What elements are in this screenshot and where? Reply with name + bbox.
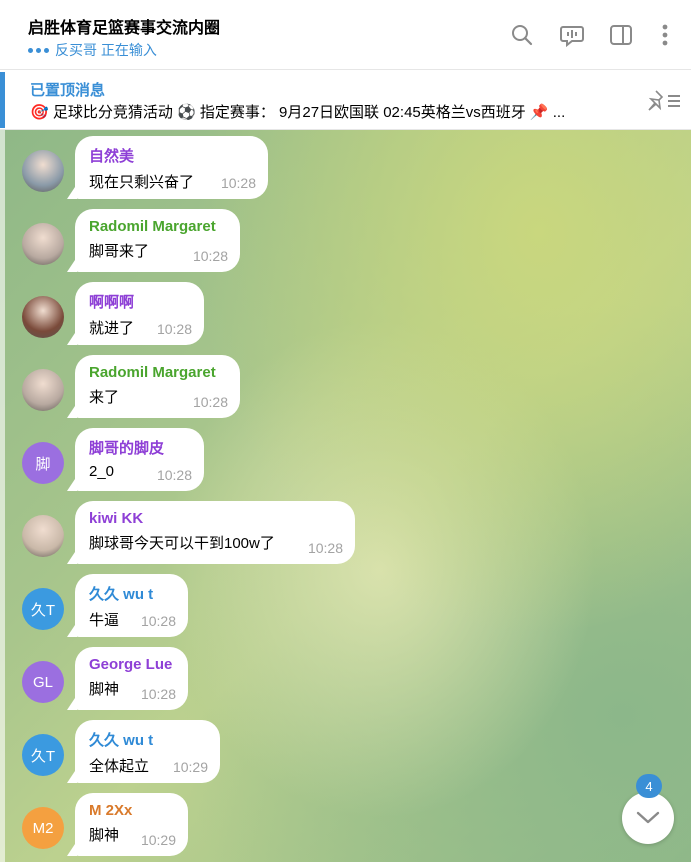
message-bubble[interactable]: 自然美 现在只剩兴奋了 10:28 (75, 136, 268, 199)
avatar[interactable]: 久T (22, 734, 64, 776)
sender-name[interactable]: 久久 wu t (89, 729, 206, 750)
message-bubble[interactable]: Radomil Margaret 脚哥来了 10:28 (75, 209, 240, 272)
message-time: 10:28 (140, 613, 176, 629)
search-icon[interactable] (509, 22, 535, 48)
voice-chat-icon[interactable] (559, 22, 585, 48)
message-time: 10:28 (192, 248, 228, 264)
message-row[interactable]: 啊啊啊 就进了 10:28 (0, 276, 691, 345)
sender-name[interactable]: Radomil Margaret (89, 218, 226, 235)
message-row[interactable]: kiwi KK 脚球哥今天可以干到100w了 10:28 (0, 495, 691, 564)
sender-name[interactable]: kiwi KK (89, 510, 341, 527)
sender-name[interactable]: 脚哥的脚皮 (89, 437, 190, 458)
sender-name[interactable]: 啊啊啊 (89, 291, 190, 312)
pinned-title: 已置顶消息 (30, 82, 106, 99)
message-row[interactable]: 久T 久久 wu t 牛逼 10:28 (0, 568, 691, 637)
avatar[interactable] (22, 369, 64, 411)
sender-name[interactable]: Radomil Margaret (89, 364, 226, 381)
message-time: 10:28 (192, 394, 228, 410)
message-row[interactable]: Radomil Margaret 脚哥来了 10:28 (0, 203, 691, 272)
message-bubble[interactable]: 脚哥的脚皮 2_0 10:28 (75, 428, 204, 491)
unread-badge: 4 (636, 774, 662, 798)
more-vertical-icon[interactable] (652, 22, 678, 48)
message-time: 10:29 (140, 832, 176, 848)
avatar[interactable] (22, 515, 64, 557)
message-time: 10:28 (140, 686, 176, 702)
message-row[interactable]: 脚脚哥的脚皮 2_0 10:28 (0, 422, 691, 491)
pinned-text: 🎯 足球比分竞猜活动 ⚽ 指定赛事： 9月27日欧国联 02:45英格兰vs西班… (30, 104, 566, 121)
typing-status-text: 反买哥 正在输入 (55, 42, 157, 58)
avatar[interactable] (22, 223, 64, 265)
chat-title[interactable]: 启胜体育足篮赛事交流内圈 (28, 14, 220, 38)
message-time: 10:28 (307, 540, 343, 556)
message-row[interactable]: 久T 久久 wu t 全体起立 10:29 (0, 714, 691, 783)
message-text: 脚球哥今天可以干到100w了 (89, 535, 275, 552)
pinned-indicator (0, 72, 5, 128)
sender-name[interactable]: 自然美 (89, 145, 254, 166)
message-bubble[interactable]: George Lue 脚神 10:28 (75, 647, 188, 710)
avatar[interactable]: 久T (22, 588, 64, 630)
message-bubble[interactable]: 啊啊啊 就进了 10:28 (75, 282, 204, 345)
avatar[interactable] (22, 150, 64, 192)
sender-name[interactable]: George Lue (89, 656, 174, 673)
message-row[interactable]: Radomil Margaret 来了 10:28 (0, 349, 691, 418)
sender-name[interactable]: M 2Xx (89, 802, 174, 819)
sender-name[interactable]: 久久 wu t (89, 583, 174, 604)
message-time: 10:28 (156, 467, 192, 483)
unpin-icon[interactable] (646, 87, 682, 113)
message-time: 10:29 (172, 759, 208, 775)
sidebar-icon[interactable] (608, 22, 634, 48)
pinned-message-bar[interactable]: 已置顶消息 🎯 足球比分竞猜活动 ⚽ 指定赛事： 9月27日欧国联 02:45英… (0, 70, 691, 130)
message-time: 10:28 (220, 175, 256, 191)
typing-dots-icon (28, 47, 49, 53)
message-bubble[interactable]: 久久 wu t 牛逼 10:28 (75, 574, 188, 637)
message-row[interactable]: GL George Lue 脚神 10:28 (0, 641, 691, 710)
message-row[interactable]: 自然美 现在只剩兴奋了 10:28 (0, 130, 691, 199)
avatar[interactable]: M2 (22, 807, 64, 849)
message-bubble[interactable]: M 2Xx 脚神 10:29 (75, 793, 188, 856)
message-bubble[interactable]: kiwi KK 脚球哥今天可以干到100w了 10:28 (75, 501, 355, 564)
chevron-down-icon (636, 811, 660, 824)
message-bubble[interactable]: 久久 wu t 全体起立 10:29 (75, 720, 220, 783)
message-bubble[interactable]: Radomil Margaret 来了 10:28 (75, 355, 240, 418)
message-time: 10:28 (156, 321, 192, 337)
typing-status: 反买哥 正在输入 (28, 40, 157, 60)
avatar[interactable]: GL (22, 661, 64, 703)
chat-header: 启胜体育足篮赛事交流内圈 反买哥 正在输入 (0, 0, 691, 70)
avatar[interactable]: 脚 (22, 442, 64, 484)
avatar[interactable] (22, 296, 64, 338)
message-row[interactable]: M2 M 2Xx 脚神 10:29 (0, 787, 691, 856)
scroll-down-button[interactable] (622, 792, 674, 844)
